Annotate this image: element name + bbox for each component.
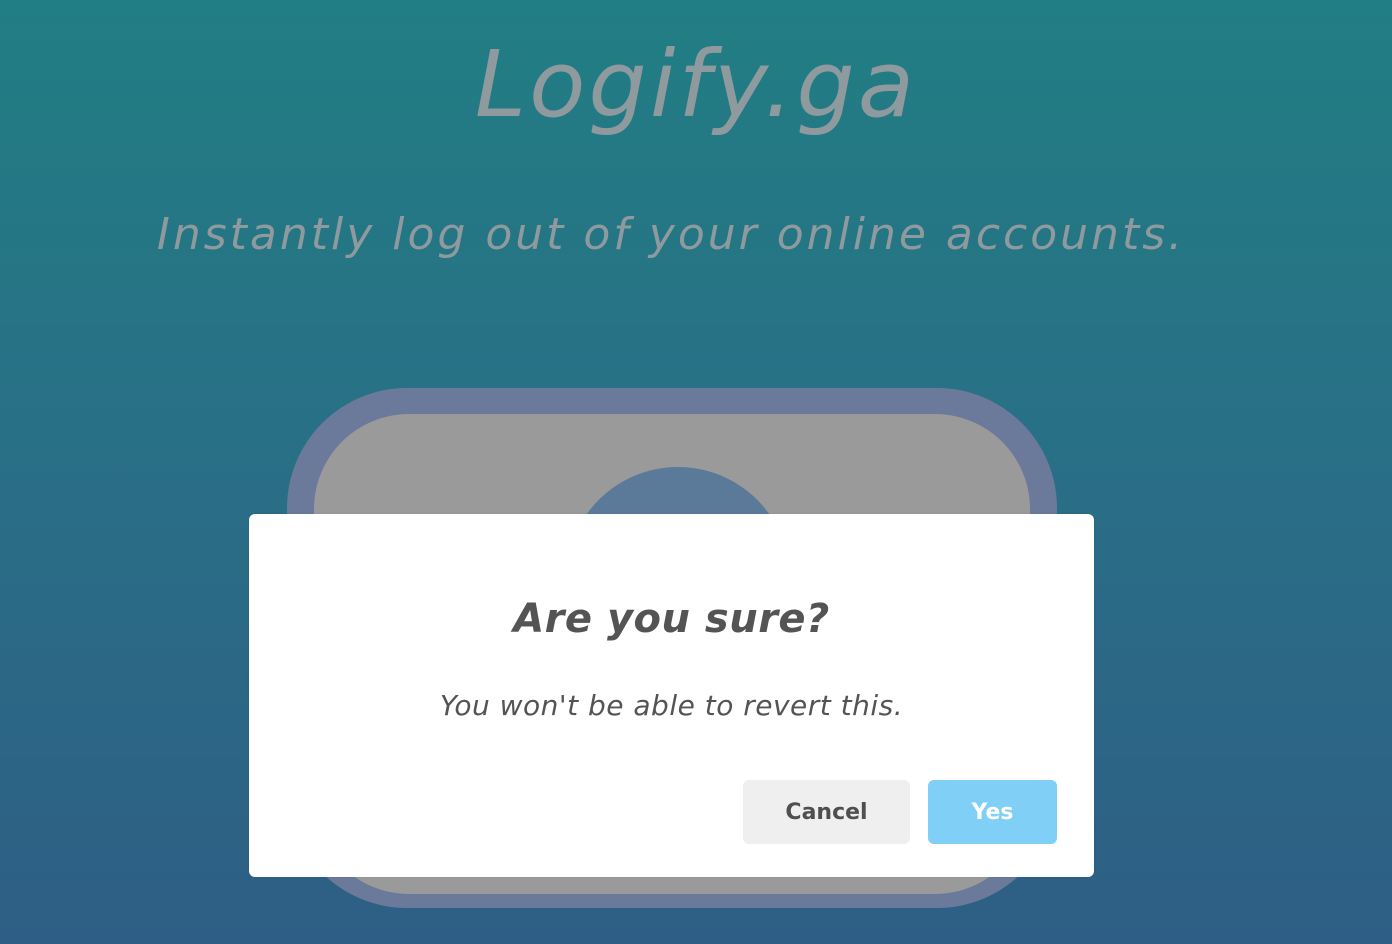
site-title: Logify.ga bbox=[474, 31, 918, 138]
confirm-dialog: Are you sure? You won't be able to rever… bbox=[249, 514, 1094, 877]
dialog-title: Are you sure? bbox=[513, 596, 830, 642]
yes-button[interactable]: Yes bbox=[928, 780, 1057, 844]
cancel-button[interactable]: Cancel bbox=[743, 780, 910, 844]
dialog-message: You won't be able to revert this. bbox=[439, 689, 904, 722]
site-tagline: Instantly log out of your online account… bbox=[156, 209, 1186, 260]
